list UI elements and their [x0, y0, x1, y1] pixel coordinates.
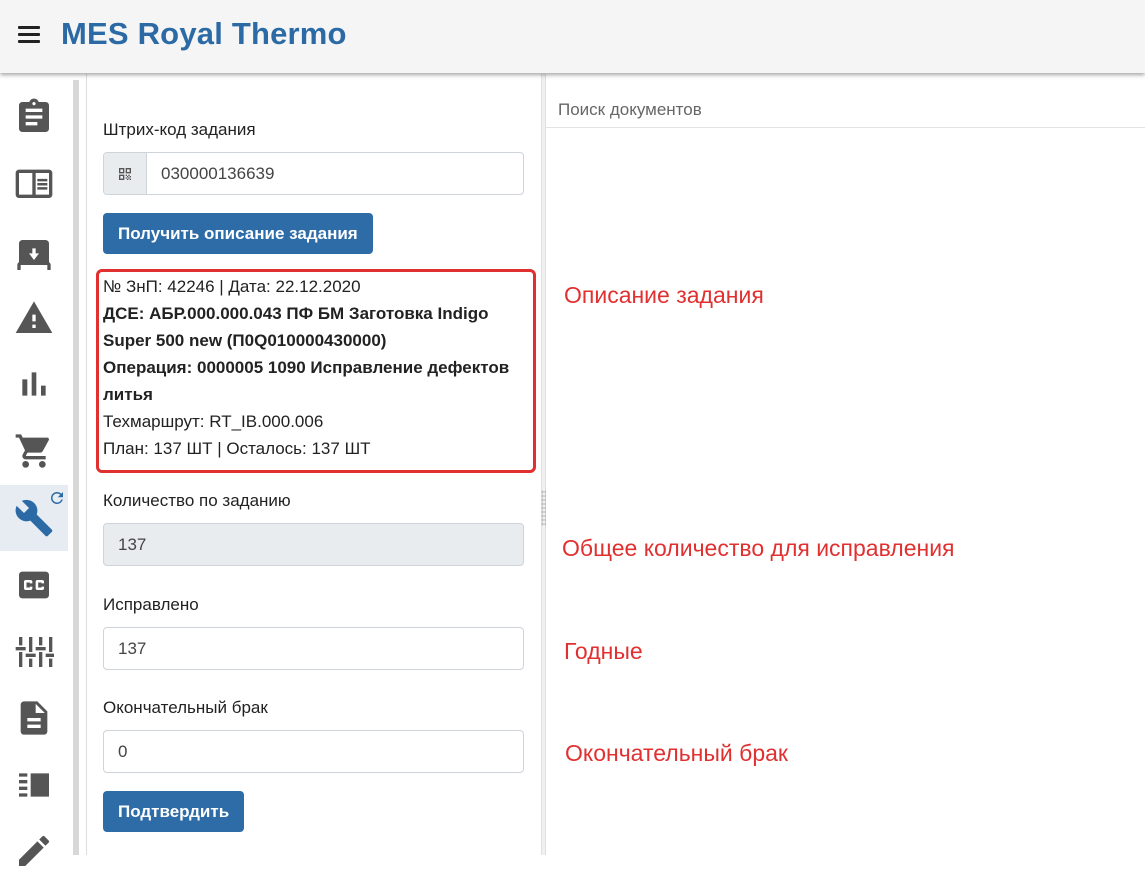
annotation-good: Годные	[564, 638, 643, 664]
description-operation-line: Операция: 0000005 1090 Исправление дефек…	[103, 358, 510, 377]
document-icon	[20, 701, 48, 735]
book-open-icon	[15, 169, 53, 198]
barcode-field[interactable]: 030000136639	[147, 153, 523, 194]
app-header: MES Royal Thermo	[0, 0, 1145, 73]
fixed-field[interactable]: 137	[103, 627, 524, 670]
annotation-final-reject: Окончательный брак	[565, 740, 788, 766]
barcode-label: Штрих-код задания	[103, 120, 256, 139]
cart-icon	[15, 434, 50, 468]
barcode-input-group[interactable]: 030000136639	[103, 152, 524, 195]
pencil-icon	[19, 835, 50, 866]
sidebar-item-archive[interactable]	[0, 217, 68, 283]
document-search-label[interactable]: Поиск документов	[558, 100, 702, 120]
sidebar-item-tasks[interactable]	[0, 84, 68, 150]
final-reject-label: Окончательный брак	[103, 698, 268, 717]
list-view-icon	[19, 773, 49, 797]
sidebar-item-edit[interactable]	[0, 818, 68, 884]
sidebar-item-book[interactable]	[0, 150, 68, 216]
quantity-field: 137	[103, 523, 524, 566]
sidebar-item-settings[interactable]	[0, 619, 68, 685]
description-order-line: № ЗнП: 42246 | Дата: 22.12.2020	[103, 277, 361, 296]
final-reject-field[interactable]: 0	[103, 730, 524, 773]
archive-icon	[17, 240, 51, 270]
quantity-label: Количество по заданию	[103, 491, 291, 510]
description-part-line-cont: Super 500 new (П0Q010000430000)	[103, 331, 387, 350]
panel-splitter[interactable]	[541, 74, 546, 855]
sidebar-item-list[interactable]	[0, 752, 68, 818]
sidebar-item-documents[interactable]	[0, 685, 68, 751]
sidebar-item-warnings[interactable]	[0, 285, 68, 351]
menu-icon[interactable]	[18, 26, 40, 44]
description-plan-line: План: 137 ШТ | Осталось: 137 ШТ	[103, 439, 371, 458]
bar-chart-icon	[22, 372, 46, 396]
fixed-label: Исправлено	[103, 595, 199, 614]
sidebar-item-repair[interactable]	[0, 485, 68, 551]
sliders-icon	[15, 637, 54, 667]
description-part-line: ДСЕ: АБР.000.000.043 ПФ БМ Заготовка Ind…	[103, 304, 489, 323]
description-operation-line-cont: литья	[103, 385, 153, 404]
warning-icon	[15, 301, 53, 333]
app-title: MES Royal Thermo	[61, 16, 347, 51]
sidebar-item-cart[interactable]	[0, 418, 68, 484]
get-description-button[interactable]: Получить описание задания	[103, 213, 373, 254]
clipboard-icon	[19, 98, 49, 132]
sidebar-item-cc[interactable]	[0, 552, 68, 618]
sidebar-item-reports[interactable]	[0, 351, 68, 417]
sidebar-scrollbar[interactable]	[73, 80, 79, 855]
cc-icon	[19, 571, 49, 599]
refresh-icon	[48, 489, 66, 507]
annotation-description: Описание задания	[564, 282, 764, 308]
annotation-total-quantity: Общее количество для исправления	[562, 535, 955, 561]
splitter-grip-icon[interactable]	[541, 490, 546, 526]
confirm-button[interactable]: Подтвердить	[103, 791, 245, 832]
qr-code-icon	[104, 153, 147, 194]
description-route-line: Техмаршрут: RT_IB.000.006	[103, 412, 324, 431]
